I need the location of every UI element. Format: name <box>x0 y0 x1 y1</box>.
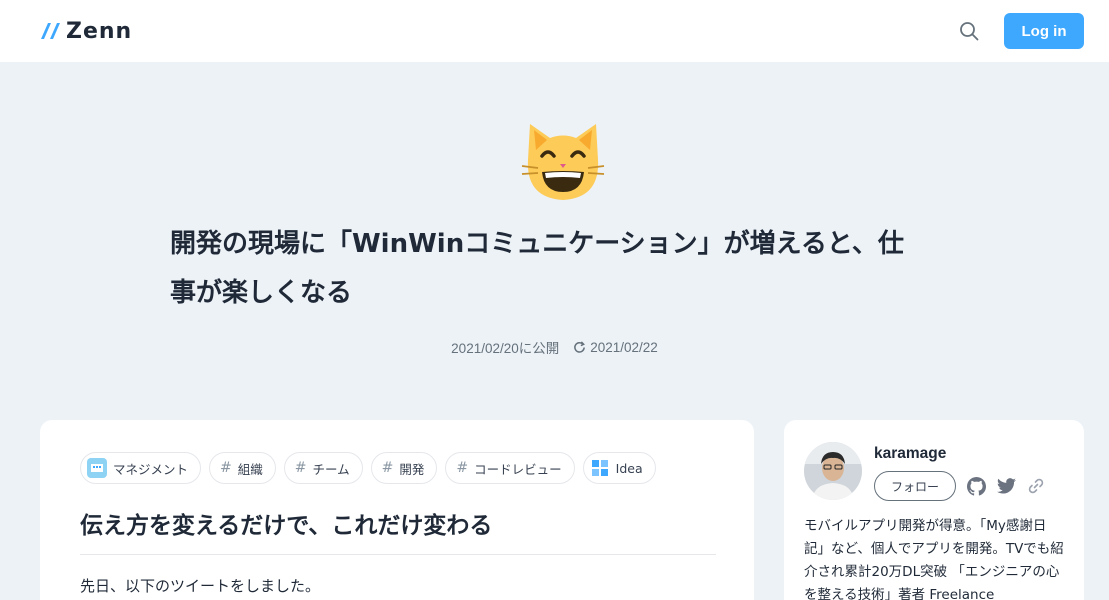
topic-label: 組織 <box>237 461 263 477</box>
login-button[interactable]: Log in <box>1004 13 1084 49</box>
article-header: 開発の現場に「WinWinコミュニケーション」が増えると、仕 事が楽しくなる 2… <box>0 62 1109 412</box>
topic-organization[interactable]: # 組織 <box>209 452 276 484</box>
topic-idea[interactable]: Idea <box>582 452 656 484</box>
topic-team[interactable]: # チーム <box>283 452 363 484</box>
topic-list: マネジメント # 組織 # チーム # 開発 # コードレビュー Idea <box>80 452 716 484</box>
github-icon[interactable] <box>966 476 986 496</box>
author-name[interactable]: karamage <box>874 445 1046 463</box>
site-header: Zenn Log in <box>0 0 1109 62</box>
topic-label: Idea <box>615 460 643 476</box>
management-icon <box>87 458 107 478</box>
zenn-logo[interactable]: Zenn <box>40 19 132 44</box>
author-avatar[interactable] <box>804 442 862 500</box>
idea-icon <box>590 458 610 478</box>
cat-face-with-smile-icon <box>521 124 605 200</box>
search-button[interactable] <box>952 14 986 48</box>
twitter-icon[interactable] <box>996 476 1016 496</box>
logo-text: Zenn <box>66 18 133 44</box>
author-actions: フォロー <box>874 471 1046 501</box>
article-dates: 2021/02/20に公開 2021/02/22 <box>0 337 1109 357</box>
topic-management[interactable]: マネジメント <box>80 452 202 484</box>
article-content-card: マネジメント # 組織 # チーム # 開発 # コードレビュー Idea 伝え… <box>40 420 754 600</box>
topic-label: チーム <box>312 461 350 477</box>
hash-icon: # <box>381 460 394 476</box>
hash-icon: # <box>294 460 307 476</box>
zenn-logo-mark-icon <box>41 23 60 39</box>
topic-label: コードレビュー <box>474 461 562 477</box>
search-icon <box>960 22 979 41</box>
updated-date: 2021/02/22 <box>590 339 658 355</box>
follow-button[interactable]: フォロー <box>874 471 956 501</box>
topic-label: マネジメント <box>113 461 189 477</box>
topic-code-review[interactable]: # コードレビュー <box>445 452 575 484</box>
article-paragraph: 先日、以下のツイートをしました。 <box>80 577 321 595</box>
updated-date-group: 2021/02/22 <box>573 337 658 357</box>
topic-label: 開発 <box>399 461 425 477</box>
author-info: karamage フォロー <box>874 442 1046 501</box>
link-icon[interactable] <box>1026 476 1046 496</box>
published-date: 2021/02/20に公開 <box>451 341 560 356</box>
header-actions: Log in <box>952 13 1084 49</box>
hash-icon: # <box>456 460 469 476</box>
article-section-heading: 伝え方を変えるだけで、これだけ変わる <box>80 506 716 555</box>
topic-development[interactable]: # 開発 <box>370 452 438 484</box>
refresh-icon <box>574 340 586 353</box>
article-title-line2: 事が楽しくなる <box>170 278 353 308</box>
author-header: karamage フォロー <box>804 442 1064 501</box>
author-bio: モバイルアプリ開発が得意。「My感謝日記」など、個人でアプリを開発。TVでも紹介… <box>804 518 1064 600</box>
hash-icon: # <box>220 460 232 476</box>
author-card: karamage フォロー モバイルアプリ開発が得意。「My感謝日記」など、個人… <box>784 420 1084 600</box>
article-title-line1: 開発の現場に「WinWinコミュニケーション」が増えると、仕 <box>170 229 904 259</box>
article-title: 開発の現場に「WinWinコミュニケーション」が増えると、仕 事が楽しくなる <box>170 220 960 318</box>
